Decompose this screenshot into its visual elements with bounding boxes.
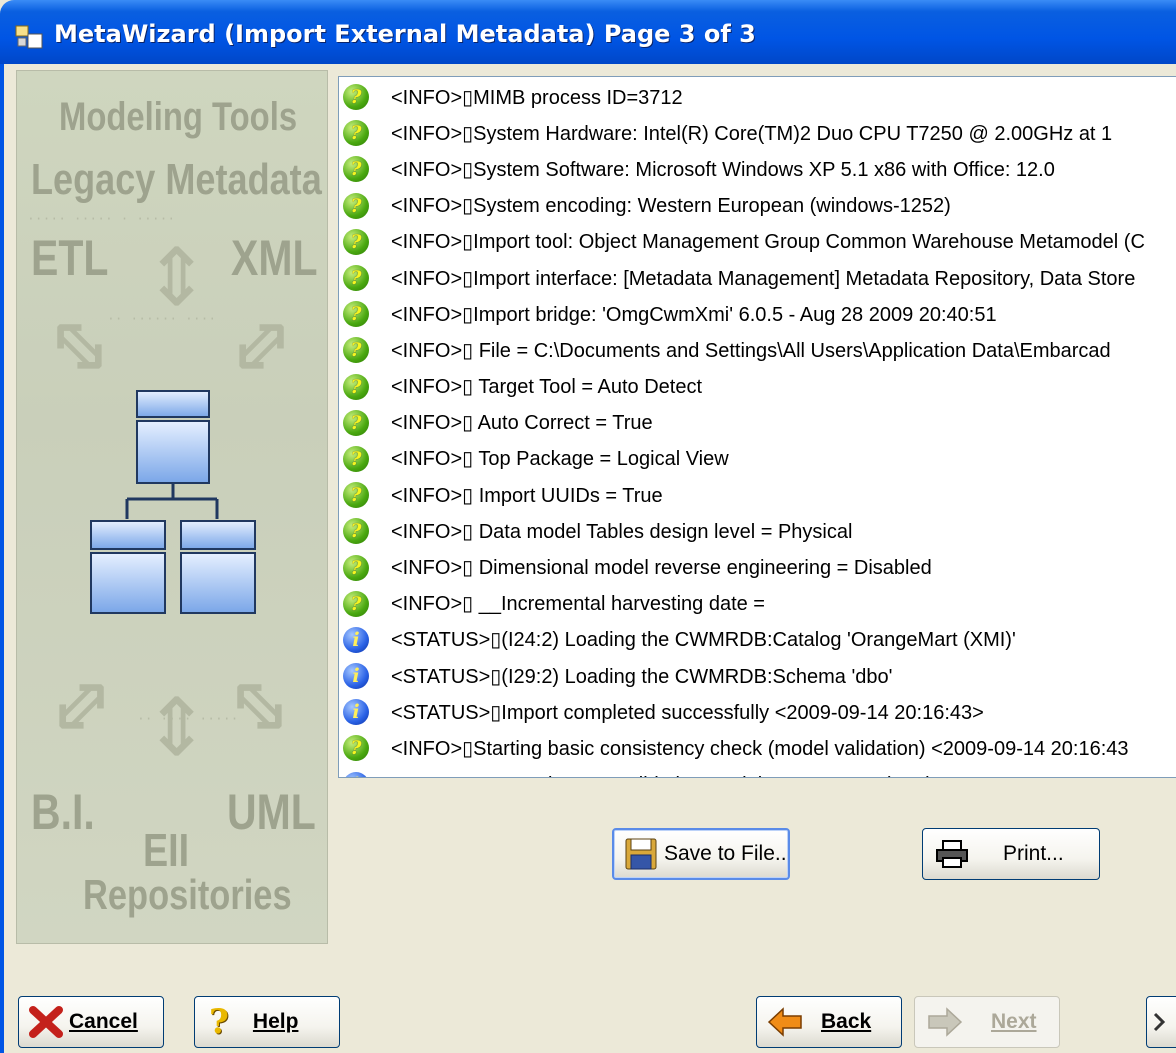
banner-heading-legacy-metadata: Legacy Metadata <box>31 155 322 204</box>
print-button[interactable]: Print... <box>922 828 1100 880</box>
log-row-text: <INFO>▯ Data model Tables design level =… <box>391 520 853 543</box>
log-row[interactable]: ? <INFO>▯ Dimensional model reverse engin… <box>339 549 1176 585</box>
app-icon <box>15 25 43 49</box>
status-info-icon: i <box>343 663 369 690</box>
log-row[interactable]: ? <INFO>▯Import tool: Object Management G… <box>339 224 1176 260</box>
log-row-text: <INFO>▯Import bridge: 'OmgCwmXmi' 6.0.5 … <box>391 303 997 326</box>
info-status-icon: ? <box>343 373 369 400</box>
info-status-icon: ? <box>343 735 369 762</box>
log-row-text: <INFO>▯System encoding: Western European… <box>391 195 951 218</box>
banner-heading-uml: UML <box>227 784 316 840</box>
info-status-icon: ? <box>343 192 369 219</box>
printer-icon <box>936 840 968 868</box>
banner-heading-modeling-tools: Modeling Tools <box>59 95 298 139</box>
info-status-icon: ? <box>343 265 369 292</box>
log-row[interactable]: i <STATUS>▯(I29:2) Loading the CWMRDB:Sch… <box>339 658 1176 694</box>
log-row-text: <INFO>▯Import tool: Object Management Gr… <box>391 231 1145 254</box>
log-row-text: <INFO>▯ File = C:\Documents and Settings… <box>391 339 1111 362</box>
wizard-banner: ····· ····· · ····· ·· ······ ···· ·· ··… <box>16 70 328 944</box>
log-row-text: <STATUS>▯(I29:2) Loading the CWMRDB:Sche… <box>391 665 893 688</box>
log-row-text: <INFO>▯ __Incremental harvesting date = <box>391 593 765 616</box>
log-row[interactable]: ? <INFO>▯Starting basic consistency check… <box>339 730 1176 766</box>
next-button[interactable]: Next <box>914 996 1060 1048</box>
info-status-icon: ? <box>343 445 369 472</box>
arrow-updown-icon: ⇕ <box>143 231 211 324</box>
cancel-label: Cancel <box>69 1010 138 1033</box>
arrow-updown-icon: ⇕ <box>143 681 211 774</box>
log-row[interactable]: ? <INFO>▯ Top Package = Logical View <box>339 441 1176 477</box>
print-label: Print... <box>1003 842 1064 865</box>
info-status-icon: ? <box>343 590 369 617</box>
log-row[interactable]: ? <INFO>▯Import interface: [Metadata Mana… <box>339 260 1176 296</box>
import-log-list[interactable]: ? <INFO>▯MIMB process ID=3712? <INFO>▯Syst… <box>338 76 1176 778</box>
log-row[interactable]: ? <INFO>▯ File = C:\Documents and Setting… <box>339 332 1176 368</box>
back-arrow-icon <box>767 1007 802 1037</box>
help-label: Help <box>252 1010 299 1033</box>
help-button[interactable]: ? Help <box>194 996 340 1048</box>
save-to-file-label: Save to File.. <box>664 842 787 865</box>
finish-button[interactable] <box>1146 996 1176 1048</box>
log-row-text: <INFO>▯Starting basic consistency check … <box>391 737 1129 760</box>
log-row-text: <INFO>▯ Auto Correct = True <box>391 412 653 435</box>
log-row[interactable]: i <STATUS>▯(I24:2) Loading the CWMRDB:Cat… <box>339 622 1176 658</box>
floppy-disk-icon <box>625 838 657 870</box>
log-row[interactable]: ? <INFO>▯ __Incremental harvesting date = <box>339 586 1176 622</box>
status-info-icon: i <box>343 626 369 653</box>
help-question-icon: ? <box>209 1002 229 1042</box>
log-row-text: <INFO>▯ Top Package = Logical View <box>391 448 729 471</box>
log-row[interactable]: ? <INFO>▯ Auto Correct = True <box>339 405 1176 441</box>
log-row[interactable]: ? <INFO>▯MIMB process ID=3712 <box>339 79 1176 115</box>
finish-icon <box>1153 1012 1166 1032</box>
cancel-x-icon <box>29 1006 63 1038</box>
log-row-text: <STATUS>▯Import completed successfully <… <box>391 701 984 724</box>
info-status-icon: ? <box>343 554 369 581</box>
log-row[interactable]: ? <INFO>▯System Software: Microsoft Windo… <box>339 151 1176 187</box>
banner-texture-text: ····· ····· · ····· <box>27 211 176 226</box>
info-status-icon: ? <box>343 156 369 183</box>
log-row[interactable]: ? <INFO>▯System encoding: Western Europea… <box>339 188 1176 224</box>
info-status-icon: ? <box>343 337 369 364</box>
log-row-text: <INFO>▯Import interface: [Metadata Manag… <box>391 267 1136 290</box>
log-row[interactable]: ? <INFO>▯ Data model Tables design level … <box>339 513 1176 549</box>
log-row-text: <STATUS>▯Consistency Validation model 'O… <box>391 772 937 777</box>
banner-heading-eii: EII <box>143 824 190 876</box>
info-status-icon: ? <box>343 301 369 328</box>
window-title: MetaWizard (Import External Metadata) Pa… <box>54 20 756 48</box>
title-bar[interactable]: MetaWizard (Import External Metadata) Pa… <box>0 0 1176 64</box>
banner-heading-xml: XML <box>231 230 318 286</box>
log-row[interactable]: ? <INFO>▯ Import UUIDs = True <box>339 477 1176 513</box>
banner-heading-repositories: Repositories <box>83 871 292 918</box>
next-arrow-icon <box>928 1007 963 1037</box>
hierarchy-diagram-icon <box>90 390 256 614</box>
info-status-icon: ? <box>343 482 369 509</box>
log-row[interactable]: ? <INFO>▯System Hardware: Intel(R) Core(T… <box>339 115 1176 151</box>
log-row-text: <INFO>▯System Software: Microsoft Window… <box>391 158 1055 181</box>
info-status-icon: ? <box>343 228 369 255</box>
log-row-text: <INFO>▯System Hardware: Intel(R) Core(TM… <box>391 122 1113 145</box>
info-status-icon: ? <box>343 84 369 111</box>
status-info-icon: i <box>343 771 369 777</box>
cancel-button[interactable]: Cancel <box>18 996 164 1048</box>
log-row-text: <INFO>▯MIMB process ID=3712 <box>391 86 683 109</box>
log-row[interactable]: ? <INFO>▯ Target Tool = Auto Detect <box>339 369 1176 405</box>
log-row-text: <INFO>▯ Target Tool = Auto Detect <box>391 376 702 399</box>
info-status-icon: ? <box>343 409 369 436</box>
log-row[interactable]: ? <INFO>▯Import bridge: 'OmgCwmXmi' 6.0.5… <box>339 296 1176 332</box>
log-row-text: <STATUS>▯(I24:2) Loading the CWMRDB:Cata… <box>391 629 1016 652</box>
info-status-icon: ? <box>343 120 369 147</box>
info-status-icon: ? <box>343 518 369 545</box>
save-to-file-button[interactable]: Save to File.. <box>612 828 790 880</box>
status-info-icon: i <box>343 699 369 726</box>
log-row[interactable]: i <STATUS>▯Consistency Validation model '… <box>339 767 1176 777</box>
back-button[interactable]: Back <box>756 996 902 1048</box>
next-label: Next <box>991 1010 1037 1033</box>
back-label: Back <box>821 1010 872 1033</box>
banner-heading-bi: B.I. <box>31 784 95 840</box>
log-row-text: <INFO>▯ Dimensional model reverse engine… <box>391 557 932 580</box>
banner-heading-etl: ETL <box>31 230 109 286</box>
arrow-diagonal-icon: ⇕ <box>203 650 318 765</box>
log-row[interactable]: i <STATUS>▯Import completed successfully … <box>339 694 1176 730</box>
log-row-text: <INFO>▯ Import UUIDs = True <box>391 484 663 507</box>
arrow-diagonal-icon: ⇕ <box>23 650 138 765</box>
